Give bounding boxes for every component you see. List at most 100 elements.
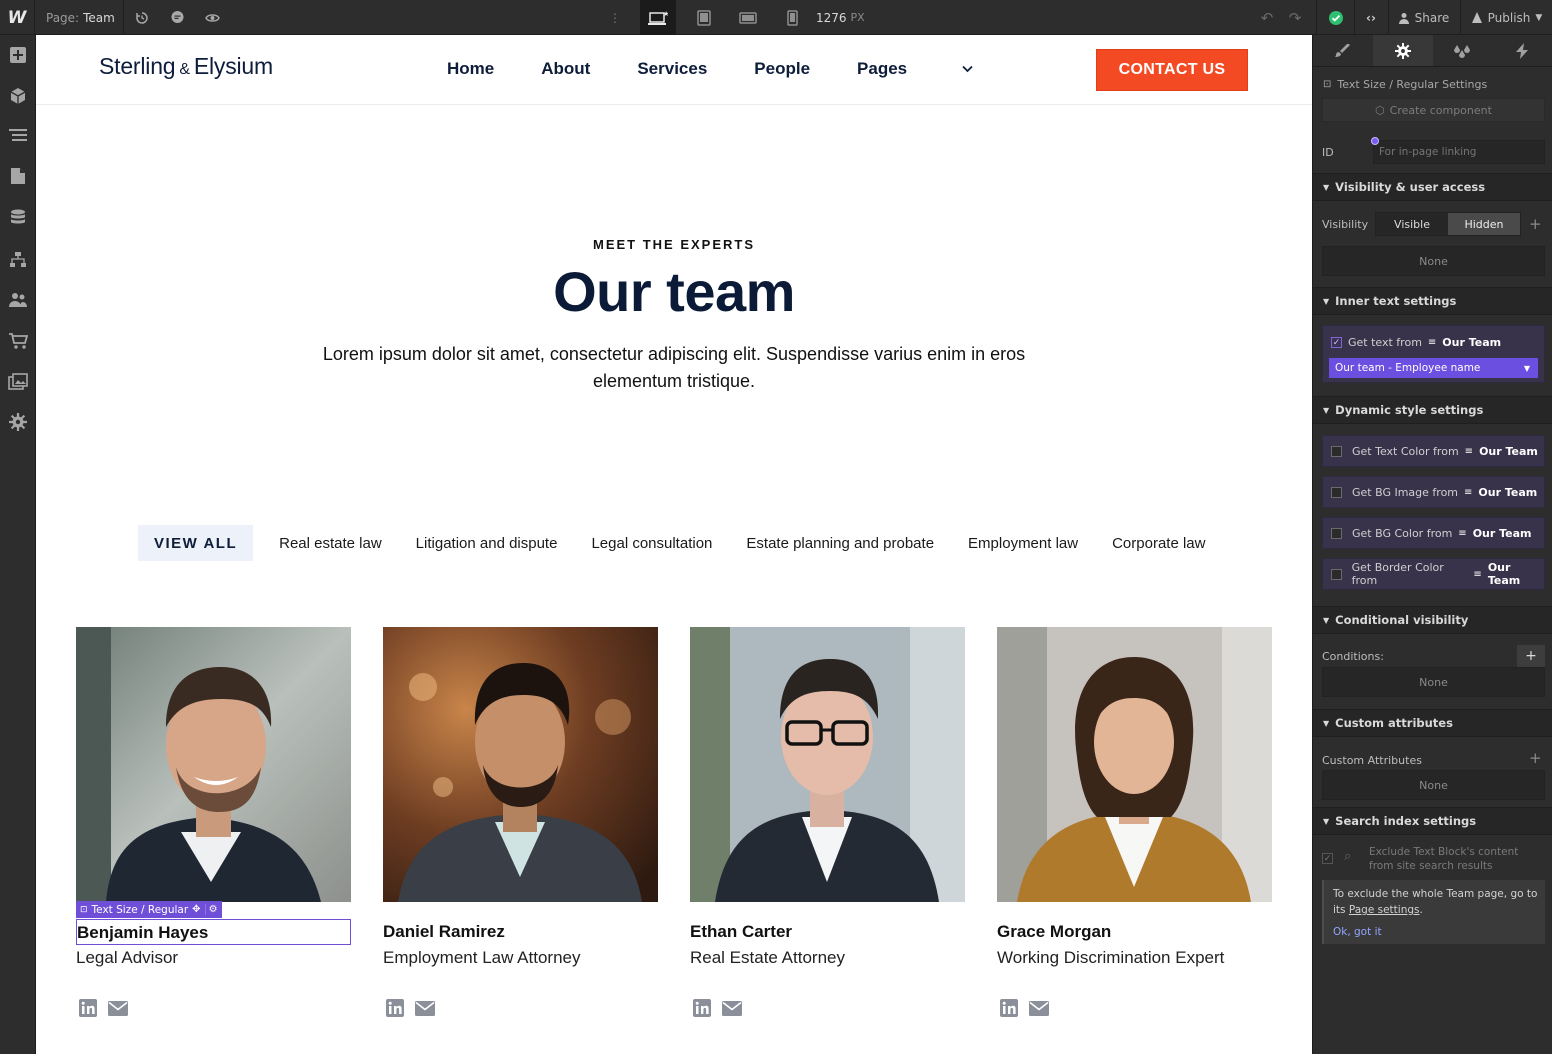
binding-dot-icon[interactable] — [1371, 137, 1379, 145]
section-visibility[interactable]: ▼ Visibility & user access — [1313, 173, 1552, 201]
team-card: Daniel Ramirez Employment Law Attorney — [383, 627, 658, 1017]
publish-label: Publish — [1487, 10, 1531, 25]
mobile-landscape-icon[interactable] — [730, 0, 766, 35]
filter-employment[interactable]: Employment law — [951, 525, 1095, 561]
add-icon[interactable]: + — [1529, 749, 1542, 767]
email-icon[interactable] — [415, 999, 435, 1017]
more-vertical-icon[interactable]: ⋮ — [605, 0, 625, 35]
visible-button[interactable]: Visible — [1376, 213, 1448, 235]
section-conditional-visibility[interactable]: ▼ Conditional visibility — [1313, 606, 1552, 634]
logic-flow-icon[interactable] — [0, 245, 36, 275]
linkedin-icon[interactable] — [999, 999, 1019, 1017]
section-custom-attributes[interactable]: ▼ Custom attributes — [1313, 709, 1552, 737]
cms-database-icon[interactable] — [0, 203, 36, 233]
filter-legal-consultation[interactable]: Legal consultation — [574, 525, 729, 561]
hidden-button[interactable]: Hidden — [1448, 213, 1520, 235]
member-name[interactable]: Benjamin Hayes — [76, 919, 351, 945]
visibility-label: Visibility — [1322, 218, 1369, 231]
linkedin-icon[interactable] — [385, 999, 405, 1017]
checkbox-empty-icon[interactable] — [1331, 445, 1342, 457]
style-brush-icon[interactable] — [1313, 35, 1373, 66]
id-input[interactable] — [1373, 140, 1545, 164]
interactions-bolt-icon[interactable] — [1492, 35, 1552, 66]
ecommerce-cart-icon[interactable] — [0, 326, 36, 356]
dynamic-text-color[interactable]: Get Text Color from ≡ Our Team — [1322, 435, 1545, 467]
nav-link-home[interactable]: Home — [447, 59, 494, 79]
nav-link-pages[interactable]: Pages — [857, 59, 973, 79]
contact-us-button[interactable]: CONTACT US — [1096, 49, 1248, 91]
member-name[interactable]: Ethan Carter — [690, 919, 965, 945]
linkedin-icon[interactable] — [692, 999, 712, 1017]
dynamic-bg-image[interactable]: Get BG Image from ≡ Our Team — [1322, 476, 1545, 508]
code-export-icon[interactable]: ‹› — [1356, 0, 1386, 35]
nav-link-people[interactable]: People — [754, 59, 810, 79]
filter-litigation[interactable]: Litigation and dispute — [399, 525, 575, 561]
caret-down-icon: ▼ — [1323, 718, 1330, 728]
section-dynamic-style[interactable]: ▼ Dynamic style settings — [1313, 396, 1552, 424]
canvas-width-unit: PX — [850, 11, 865, 24]
email-icon[interactable] — [722, 999, 742, 1017]
team-card: Grace Morgan Working Discrimination Expe… — [997, 627, 1272, 1017]
add-elements-icon[interactable] — [0, 40, 36, 70]
users-icon[interactable] — [0, 285, 36, 315]
settings-gear-icon[interactable] — [0, 407, 36, 437]
desktop-base-icon[interactable]: ★ — [640, 0, 676, 35]
history-icon[interactable] — [125, 0, 159, 35]
checkbox-empty-icon[interactable] — [1331, 527, 1342, 539]
page-selector[interactable]: Page: Team — [36, 0, 124, 35]
comments-icon[interactable] — [160, 0, 194, 35]
nav-link-about[interactable]: About — [541, 59, 590, 79]
status-check-icon[interactable] — [1322, 0, 1350, 35]
redo-icon[interactable]: ↷ — [1284, 0, 1306, 35]
ok-got-it-link[interactable]: Ok, got it — [1333, 926, 1382, 938]
filter-view-all[interactable]: VIEW ALL — [138, 525, 254, 561]
navigator-icon[interactable] — [0, 121, 36, 151]
mobile-portrait-icon[interactable] — [774, 0, 810, 35]
section-search-index[interactable]: ▼ Search index settings — [1313, 807, 1552, 835]
create-component-button[interactable]: ⬡ Create component — [1322, 98, 1545, 122]
share-button[interactable]: Share — [1388, 0, 1458, 35]
page-settings-link[interactable]: Page settings — [1349, 904, 1420, 916]
add-condition-button[interactable]: + — [1517, 645, 1545, 667]
checkbox-empty-icon[interactable] — [1331, 486, 1342, 498]
checkbox-checked-icon[interactable]: ✓ — [1322, 853, 1333, 864]
filter-corporate[interactable]: Corporate law — [1095, 525, 1222, 561]
member-name[interactable]: Grace Morgan — [997, 919, 1272, 945]
canvas-width[interactable]: 1276 PX — [816, 0, 886, 35]
brand-logo[interactable]: Sterling & Elysium — [99, 53, 273, 80]
webflow-logo[interactable]: W — [0, 0, 35, 35]
undo-icon[interactable]: ↶ — [1256, 0, 1278, 35]
linkedin-icon[interactable] — [78, 999, 98, 1017]
components-cube-icon[interactable] — [0, 81, 36, 111]
email-icon[interactable] — [108, 999, 128, 1017]
tablet-icon[interactable] — [686, 0, 722, 35]
checkbox-checked-icon[interactable]: ✓ — [1331, 337, 1342, 348]
field-select[interactable]: Our team - Employee name ▼ — [1329, 358, 1538, 378]
member-name[interactable]: Daniel Ramirez — [383, 919, 658, 945]
section-visibility-title: Visibility & user access — [1335, 180, 1486, 194]
publish-button[interactable]: Publish ▼ — [1460, 0, 1552, 35]
design-canvas[interactable]: Sterling & Elysium Home About Services Peo… — [36, 35, 1312, 1054]
dynamic-border-color[interactable]: Get Border Color from ≡ Our Team — [1322, 558, 1545, 590]
lead-paragraph: Lorem ipsum dolor sit amet, consectetur … — [322, 344, 1026, 391]
id-label: ID — [1322, 146, 1334, 159]
assets-images-icon[interactable] — [0, 367, 36, 397]
pages-icon[interactable] — [0, 161, 36, 191]
section-dynamic-style-title: Dynamic style settings — [1335, 403, 1484, 417]
style-manager-drops-icon[interactable] — [1433, 35, 1493, 66]
nav-link-services[interactable]: Services — [637, 59, 707, 79]
selection-tag[interactable]: ⊡ Text Size / Regular ✥ ⚙ — [76, 901, 222, 918]
chevron-down-icon — [962, 65, 973, 73]
conditions-none: None — [1322, 667, 1545, 697]
add-icon[interactable]: + — [1529, 215, 1542, 233]
section-inner-text[interactable]: ▼ Inner text settings — [1313, 287, 1552, 315]
settings-gear-icon[interactable] — [1372, 35, 1433, 66]
filter-estate-planning[interactable]: Estate planning and probate — [729, 525, 951, 561]
settings-gear-icon[interactable]: ⚙ — [204, 904, 218, 915]
dynamic-bg-color[interactable]: Get BG Color from ≡ Our Team — [1322, 517, 1545, 549]
preview-eye-icon[interactable] — [195, 0, 229, 35]
checkbox-empty-icon[interactable] — [1331, 568, 1342, 580]
dynamic-source: Our Team — [1472, 526, 1532, 540]
email-icon[interactable] — [1029, 999, 1049, 1017]
filter-real-estate[interactable]: Real estate law — [262, 525, 399, 561]
